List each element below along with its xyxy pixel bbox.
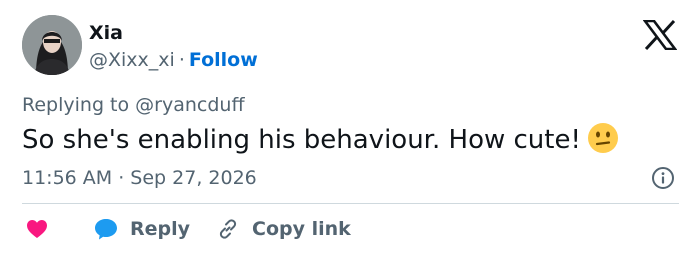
x-logo-icon[interactable] <box>643 20 677 50</box>
replying-to-line: Replying to @ryancduff <box>22 93 245 117</box>
reply-button[interactable]: Reply <box>94 216 190 242</box>
neutral-face-emoji <box>587 123 618 153</box>
follow-button[interactable]: Follow <box>189 49 258 71</box>
heart-icon <box>27 220 47 238</box>
replying-prefix: Replying to <box>22 94 136 116</box>
avatar-image <box>22 15 82 75</box>
copy-link-label: Copy link <box>252 218 351 240</box>
link-icon <box>219 219 237 239</box>
display-name[interactable]: Xia <box>89 21 123 45</box>
info-icon[interactable] <box>651 166 675 190</box>
tweet-text: So she's enabling his behaviour. How cut… <box>22 125 581 155</box>
tweet-body: So she's enabling his behaviour. How cut… <box>22 122 619 157</box>
divider <box>22 203 679 204</box>
separator-dot: · <box>178 49 185 71</box>
tweet-timestamp[interactable]: 11:56 AM · Sep 27, 2026 <box>22 166 257 190</box>
tweet-card: Xia @Xixx_xi · Follow Replying to @ryancdu… <box>0 0 700 256</box>
speech-bubble-icon <box>95 219 117 240</box>
copy-link-button[interactable]: Copy link <box>216 216 351 242</box>
handle-row: @Xixx_xi · Follow <box>89 48 258 72</box>
user-handle[interactable]: @Xixx_xi <box>89 49 175 71</box>
reply-label: Reply <box>130 218 191 240</box>
mention-link[interactable]: @ryancduff <box>135 94 244 116</box>
avatar[interactable] <box>22 15 82 75</box>
like-button[interactable] <box>26 216 48 242</box>
